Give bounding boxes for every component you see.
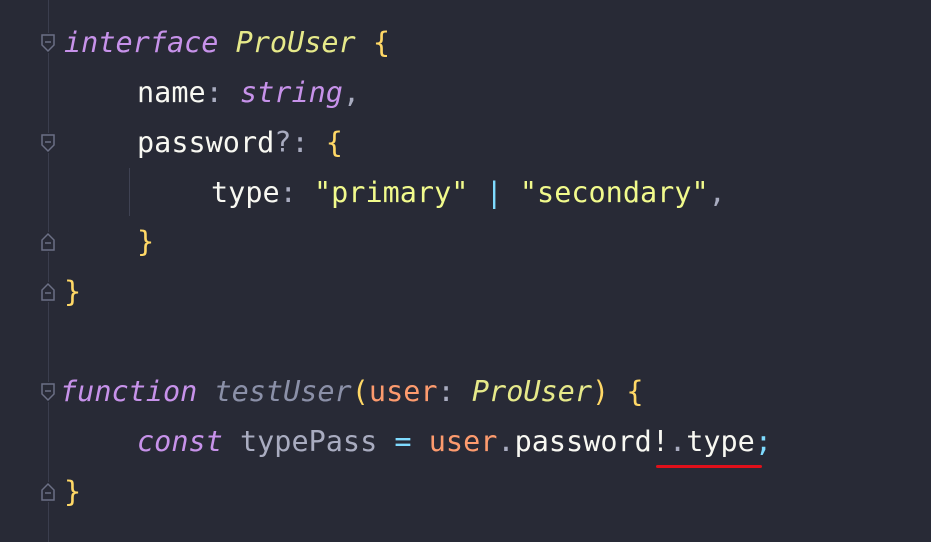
code-token-kw: string [239,76,343,109]
code-token-punct-brace: { [626,375,644,408]
fold-open-icon[interactable] [38,33,58,53]
code-token-punct-brace: ) [591,375,627,408]
code-token-punct-brace: } [64,275,82,308]
fold-open-icon[interactable] [38,382,58,402]
code-token-ws [412,425,429,458]
fold-open-icon[interactable] [38,133,58,153]
code-token-ws [356,26,373,59]
code-token-punct: , [342,76,361,109]
code-token-punct: . [669,425,687,458]
code-token-ws [218,26,235,59]
code-token-ident: type [686,425,755,458]
code-line-function-close-brace[interactable]: } [64,472,81,512]
code-token-prop: name [137,76,206,109]
code-token-punct-brace: } [137,225,155,258]
code-token-type-name: ProUser [471,375,592,408]
fold-close-icon[interactable] [38,232,58,252]
code-token-punct: : [205,76,240,109]
code-token-param: user [368,375,438,408]
code-token-str: "secondary" [519,176,709,209]
code-token-fn-name: testUser [214,375,352,408]
code-token-param: user [428,425,498,458]
code-token-ident-dim: typePass [239,425,378,458]
code-token-punct-brace: { [372,26,391,59]
fold-gutter-line [48,0,49,542]
code-token-punct: , [708,176,726,209]
code-line-const[interactable]: const typePass = user.password!.type; [137,422,772,462]
code-token-punct: : [437,375,472,408]
code-editor[interactable]: interface ProUser { name: string, passwo… [0,0,931,542]
code-token-op: | [468,176,520,209]
fold-close-icon[interactable] [38,482,58,502]
code-line-type-prop[interactable]: type: "primary" | "secondary", [211,173,726,213]
code-line-interface-close-brace[interactable]: } [64,272,81,312]
code-token-kw: function [60,375,198,408]
code-line-inner-close-brace[interactable]: } [137,222,154,262]
error-underline[interactable] [656,465,762,468]
code-token-punct: . [497,425,515,458]
fold-close-icon[interactable] [38,282,58,302]
code-token-kw: const [137,425,223,458]
code-token-prop: password [137,126,275,159]
code-token-punct: : [279,176,314,209]
code-line-interface[interactable]: interface ProUser { [64,23,390,63]
code-token-ident: password! [514,425,670,458]
code-token-punct-brace: ( [351,375,369,408]
code-token-op: ; [754,425,772,458]
indent-guide [129,168,130,216]
code-token-punct: ?: [274,126,326,159]
code-token-prop: type [211,176,280,209]
code-token-punct-brace: } [64,475,82,508]
code-token-op: = [394,425,412,458]
code-token-str: "primary" [313,176,469,209]
code-line-name-prop[interactable]: name: string, [137,73,360,113]
code-token-ws [223,425,240,458]
code-token-ws [377,425,394,458]
code-line-function[interactable]: function testUser(user: ProUser) { [60,372,643,412]
code-token-ws [197,375,214,408]
code-line-password-prop[interactable]: password?: { [137,123,343,163]
code-token-punct-brace: { [325,126,343,159]
code-token-type-name: ProUser [235,26,356,59]
code-token-kw: interface [64,26,219,59]
